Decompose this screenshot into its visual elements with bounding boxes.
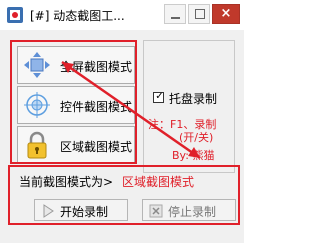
tray-record-label: 托盘录制 [169, 92, 218, 106]
play-icon [41, 204, 55, 218]
start-record-button[interactable]: 开始录制 [34, 199, 128, 221]
minimize-button[interactable] [164, 4, 186, 24]
app-window: [#] 动态截图工... × 全屏截图模式 控件截图模式 区域截图模式 ✓ 托盘… [0, 0, 244, 243]
start-record-label: 开始录制 [60, 205, 109, 219]
close-button[interactable]: × [212, 4, 240, 24]
tray-record-checkbox[interactable]: ✓ [153, 91, 164, 103]
app-icon [6, 6, 24, 24]
author-credit: By: 熊猫 [172, 149, 215, 162]
window-title: [#] 动态截图工... [30, 9, 125, 23]
padlock-icon [22, 130, 52, 160]
fullscreen-mode-label: 全屏截图模式 [60, 60, 133, 74]
region-mode-label: 区域截图模式 [60, 140, 133, 154]
stop-x-icon [149, 204, 163, 218]
fullscreen-mode-button[interactable]: 全屏截图模式 [17, 46, 135, 84]
hotkey-hint-toggle: (开/关) [179, 131, 214, 144]
title-bar[interactable]: [#] 动态截图工... × [0, 0, 244, 30]
current-mode-value: 区域截图模式 [122, 175, 195, 189]
stop-record-label: 停止录制 [168, 205, 217, 219]
stop-record-button[interactable]: 停止录制 [142, 199, 236, 221]
control-mode-label: 控件截图模式 [60, 100, 133, 114]
current-mode-label: 当前截图模式为> [19, 175, 114, 189]
crosshair-target-icon [22, 90, 52, 120]
control-mode-button[interactable]: 控件截图模式 [17, 86, 135, 124]
maximize-button[interactable] [188, 4, 210, 24]
fullscreen-arrows-icon [22, 50, 52, 80]
region-mode-button[interactable]: 区域截图模式 [17, 126, 135, 164]
checkmark-icon: ✓ [155, 91, 164, 102]
close-icon: × [220, 6, 232, 21]
